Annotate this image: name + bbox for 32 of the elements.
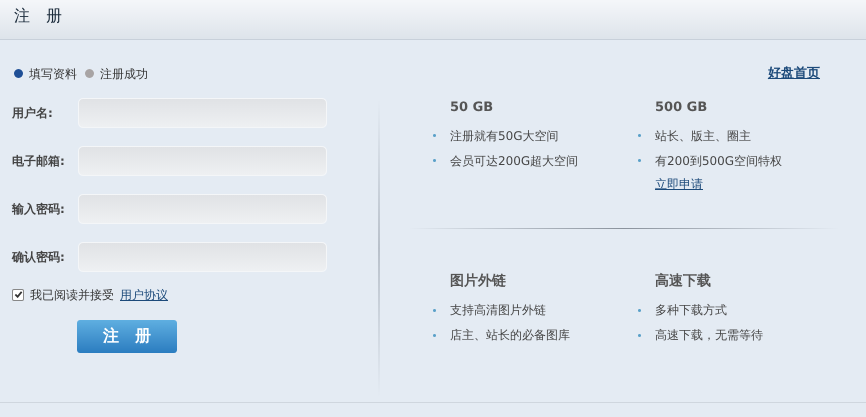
feature-title: 高速下载	[655, 272, 712, 290]
feature-title: 500 GB	[655, 98, 708, 116]
apply-link[interactable]: 立即申请	[655, 175, 703, 193]
feature-text: 会员可达200G超大空间	[450, 152, 578, 170]
feature-title: 50 GB	[450, 98, 494, 116]
feature-text: 高速下载，无需等待	[655, 327, 763, 344]
agreement-link[interactable]: 用户协议	[120, 286, 168, 304]
field-label: 输入密码:	[12, 200, 66, 218]
agreement-checkbox[interactable]	[12, 288, 24, 300]
field-label: 电子邮箱:	[12, 152, 66, 170]
bullet-icon	[433, 134, 436, 137]
feature-text: 支持高清图片外链	[450, 302, 546, 319]
feature-text: 站长、版主、圈主	[655, 128, 751, 144]
step-label: 注册成功	[100, 66, 148, 83]
feature-text: 注册就有50G大空间	[450, 128, 559, 144]
agreement-text: 我已阅读并接受	[30, 286, 114, 304]
bullet-icon	[433, 334, 436, 336]
step-label: 填写资料	[29, 66, 77, 83]
bullet-icon	[433, 308, 436, 312]
field-label: 用户名:	[12, 104, 54, 122]
bullet-icon	[638, 134, 641, 137]
bullet-icon	[638, 334, 641, 336]
bullet-icon	[638, 308, 641, 312]
feature-text: 有200到500G空间特权	[655, 152, 782, 170]
bullet-icon	[433, 159, 436, 162]
page-title: 注 册	[14, 5, 62, 27]
home-link[interactable]: 好盘首页	[768, 64, 820, 84]
feature-title: 图片外链	[450, 272, 507, 290]
feature-text: 多种下载方式	[655, 302, 727, 319]
field-label: 确认密码:	[12, 248, 66, 266]
feature-text: 店主、站长的必备图库	[450, 327, 570, 344]
bullet-icon	[638, 159, 641, 162]
